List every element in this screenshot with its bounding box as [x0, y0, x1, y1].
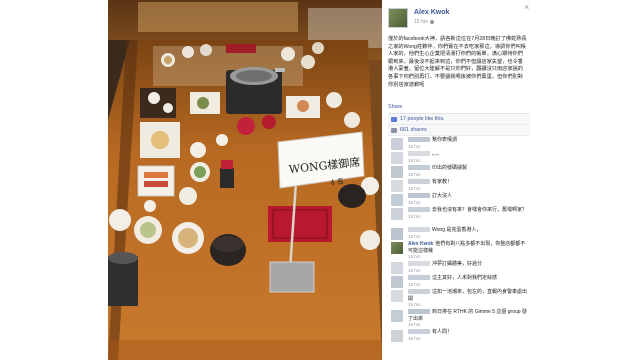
commenter-name[interactable]: Alex Kwok	[408, 241, 433, 247]
facebook-photo-viewer: WONG樣御席 4 名 × Alex Kwok 15 hrs 僅於的facebo…	[0, 0, 640, 360]
likes-summary-text: 17 people like this.	[400, 116, 445, 122]
post-body: 僅於的facebook大神，請各新這位在7月28日晚訂了佛蛇熟長之家的Wong姓…	[388, 36, 527, 88]
comment-text: 有人問！	[432, 329, 453, 335]
redacted-commenter-name[interactable]	[408, 261, 430, 267]
comment-time[interactable]: 15 hrs	[408, 336, 421, 341]
share-icon	[391, 128, 397, 133]
comment-text: 去我也沒有來？會嘿會你來行，舊嘿啊家？	[432, 207, 528, 213]
commenter-avatar[interactable]	[391, 152, 403, 164]
commenter-avatar[interactable]	[391, 180, 403, 192]
redacted-commenter-name[interactable]	[408, 179, 430, 185]
shares-summary-text: 661 shares	[400, 127, 427, 133]
commenter-avatar[interactable]	[391, 290, 403, 302]
comment-text: 幫你表嘆謂	[432, 137, 458, 143]
commenter-avatar[interactable]	[391, 166, 403, 178]
redacted-commenter-name[interactable]	[408, 289, 430, 295]
post-time-text: 15 hrs	[414, 19, 428, 25]
post-summary: 17 people like this. 661 shares	[388, 113, 530, 136]
comment-text: 有家教！	[432, 179, 453, 185]
restaurant-table-photo: WONG樣御席 4 名	[108, 0, 382, 360]
post-header: Alex Kwok 15 hrs	[388, 8, 528, 30]
comment-body: 幫你表嘆謂 15 hrs	[408, 137, 528, 150]
comment-body: 訂大沒人 15 hrs	[408, 193, 528, 206]
redacted-commenter-name[interactable]	[408, 207, 430, 213]
commenter-avatar[interactable]	[391, 138, 403, 150]
comment-text: 這主其好，人未對我們定絲感	[432, 275, 498, 281]
redacted-commenter-name[interactable]	[408, 309, 430, 315]
comment-body: 去我也沒有來？會嘿會你來行，舊嘿啊家？ 15 hrs	[408, 207, 528, 220]
post-sidebar: × Alex Kwok 15 hrs 僅於的facebook大神，請各新這位在7…	[382, 0, 534, 360]
comment-body: Alex Kwok 他們有對八點多都不出現，你整店都都不可能這樣幾 15 hrs	[408, 241, 528, 261]
comment-body: 有人問！ 15 hrs	[408, 329, 528, 342]
comment-time[interactable]: 15 hrs	[408, 158, 421, 163]
comment-text: 。。。	[432, 151, 443, 157]
share-button[interactable]: Share	[388, 104, 402, 110]
comment-time[interactable]: 15 hrs	[408, 302, 421, 307]
comment-time[interactable]: 15 hrs	[408, 144, 421, 149]
likes-summary[interactable]: 17 people like this.	[388, 114, 530, 125]
commenter-avatar[interactable]	[391, 242, 403, 254]
comment-time[interactable]: 15 hrs	[408, 282, 421, 287]
commenter-avatar[interactable]	[391, 262, 403, 274]
comment-time[interactable]: 15 hrs	[408, 214, 421, 219]
shares-summary[interactable]: 661 shares	[388, 125, 530, 136]
comment-text: 印出的號碼據製	[432, 165, 468, 171]
comment-time[interactable]: 15 hrs	[408, 234, 421, 239]
comment-body: 這主其好，人未對我們定絲感 15 hrs	[408, 275, 528, 288]
comment-body: 印出的號碼據製 15 hrs	[408, 165, 528, 178]
comment-text: 沖夢訂攝體美，好過分	[432, 261, 483, 267]
comment-body: 有家教！ 15 hrs	[408, 179, 528, 192]
comment-body: Wong 是完蛋香港人， 15 hrs	[408, 227, 528, 240]
redacted-commenter-name[interactable]	[408, 165, 430, 171]
redacted-commenter-name[interactable]	[408, 137, 430, 143]
comment-time[interactable]: 15 hrs	[408, 268, 421, 273]
commenter-avatar[interactable]	[391, 310, 403, 322]
commenter-avatar[interactable]	[391, 194, 403, 206]
redacted-commenter-name[interactable]	[408, 151, 430, 157]
redacted-commenter-name[interactable]	[408, 329, 430, 335]
post-photo[interactable]: WONG樣御席 4 名	[108, 0, 382, 360]
comment-time[interactable]: 15 hrs	[408, 322, 421, 327]
comment-text: 訂大沒人	[432, 193, 453, 199]
comment-body: 到日排在 RTHK 的 Gimme 5 這個 group 發了出來 15 hrs	[408, 309, 528, 329]
redacted-commenter-name[interactable]	[408, 275, 430, 281]
commenter-avatar[interactable]	[391, 228, 403, 240]
comment-text: Wong 是完蛋香港人，	[432, 227, 482, 233]
right-gutter	[534, 0, 640, 360]
comment-time[interactable]: 15 hrs	[408, 200, 421, 205]
redacted-commenter-name[interactable]	[408, 193, 430, 199]
author-name[interactable]: Alex Kwok	[414, 9, 449, 16]
commenter-avatar[interactable]	[391, 208, 403, 220]
comment-body: 。。。 15 hrs	[408, 151, 528, 164]
post-time[interactable]: 15 hrs	[414, 19, 434, 25]
redacted-commenter-name[interactable]	[408, 227, 430, 233]
commenter-avatar[interactable]	[391, 276, 403, 288]
comment-time[interactable]: 15 hrs	[408, 254, 421, 259]
comment-time[interactable]: 15 hrs	[408, 172, 421, 177]
like-icon	[391, 117, 397, 122]
globe-icon	[429, 19, 434, 24]
comment-body: 沖夢訂攝體美，好過分 15 hrs	[408, 261, 528, 274]
commenter-avatar[interactable]	[391, 330, 403, 342]
comment-body: 這如一池潮來，包左的，直報內食警車處出開 15 hrs	[408, 289, 528, 309]
author-avatar[interactable]	[388, 8, 408, 28]
comment-time[interactable]: 15 hrs	[408, 186, 421, 191]
photo-sign-subtext: 4 名	[330, 176, 345, 186]
